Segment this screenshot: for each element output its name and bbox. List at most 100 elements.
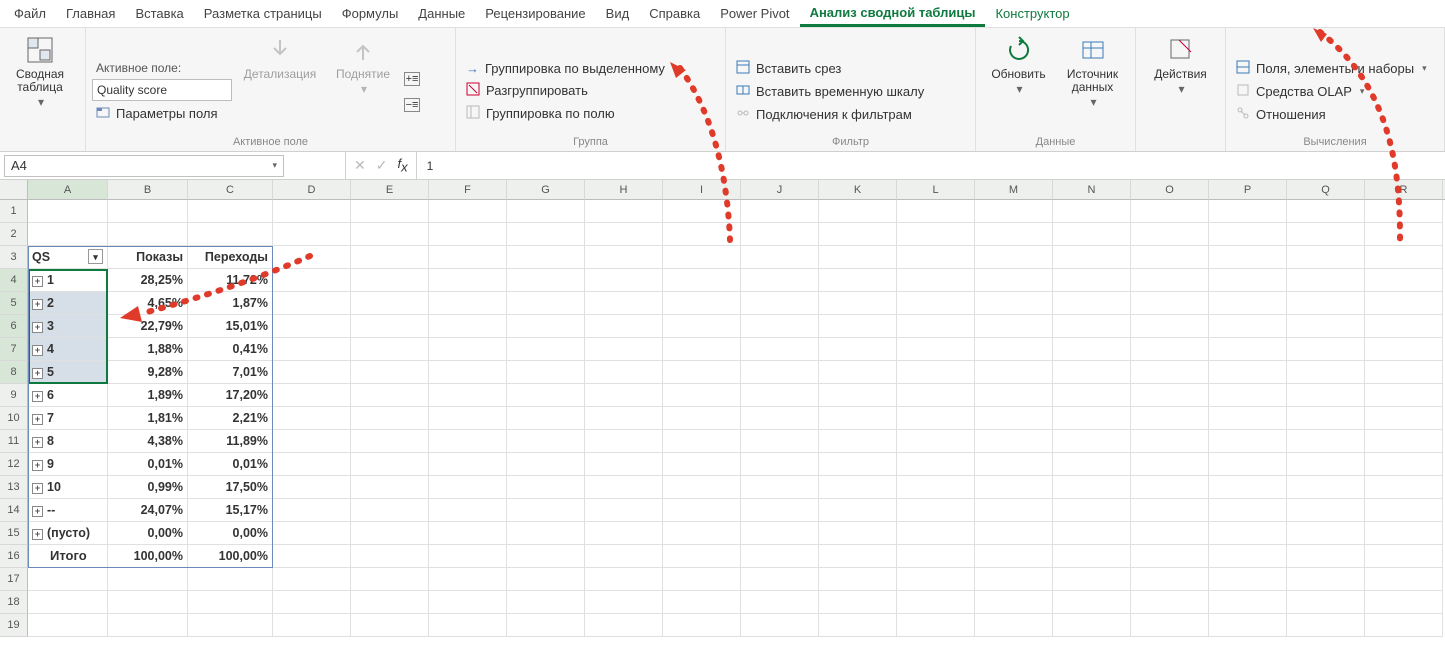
cell-R13[interactable] — [1365, 476, 1443, 499]
cell-C15[interactable]: 0,00% — [188, 522, 273, 545]
group-selection-button[interactable]: →Группировка по выделенному — [462, 59, 669, 78]
cell-L9[interactable] — [897, 384, 975, 407]
cell-J19[interactable] — [741, 614, 819, 637]
collapse-field-icon[interactable]: −≡ — [404, 98, 420, 112]
row-header-19[interactable]: 19 — [0, 614, 28, 637]
cell-P12[interactable] — [1209, 453, 1287, 476]
cell-H12[interactable] — [585, 453, 663, 476]
cell-C12[interactable]: 0,01% — [188, 453, 273, 476]
row-header-10[interactable]: 10 — [0, 407, 28, 430]
cell-G4[interactable] — [507, 269, 585, 292]
row-header-2[interactable]: 2 — [0, 223, 28, 246]
cell-N2[interactable] — [1053, 223, 1131, 246]
expand-icon[interactable]: + — [32, 506, 43, 517]
cell-K15[interactable] — [819, 522, 897, 545]
cell-G8[interactable] — [507, 361, 585, 384]
actions-button[interactable]: Действия▾ — [1147, 32, 1215, 151]
cell-H18[interactable] — [585, 591, 663, 614]
cell-D13[interactable] — [273, 476, 351, 499]
cell-L18[interactable] — [897, 591, 975, 614]
cell-B6[interactable]: 22,79% — [108, 315, 188, 338]
cell-O1[interactable] — [1131, 200, 1209, 223]
expand-icon[interactable]: + — [32, 529, 43, 540]
formula-input[interactable]: 1 — [417, 159, 444, 173]
cell-L14[interactable] — [897, 499, 975, 522]
cell-F18[interactable] — [429, 591, 507, 614]
cell-L8[interactable] — [897, 361, 975, 384]
insert-slicer-button[interactable]: Вставить срез — [732, 58, 928, 79]
cell-E18[interactable] — [351, 591, 429, 614]
row-header-17[interactable]: 17 — [0, 568, 28, 591]
row-header-15[interactable]: 15 — [0, 522, 28, 545]
cell-I17[interactable] — [663, 568, 741, 591]
spreadsheet-grid[interactable]: ABCDEFGHIJKLMNOPQR 123456789101112131415… — [0, 180, 1445, 637]
cell-G18[interactable] — [507, 591, 585, 614]
cell-A8[interactable]: +5 — [28, 361, 108, 384]
cell-E16[interactable] — [351, 545, 429, 568]
cell-B8[interactable]: 9,28% — [108, 361, 188, 384]
cell-H1[interactable] — [585, 200, 663, 223]
tab-разметка-страницы[interactable]: Разметка страницы — [194, 2, 332, 25]
col-header-D[interactable]: D — [273, 180, 351, 200]
cell-R10[interactable] — [1365, 407, 1443, 430]
cell-H14[interactable] — [585, 499, 663, 522]
cell-F13[interactable] — [429, 476, 507, 499]
cell-I2[interactable] — [663, 223, 741, 246]
cell-F12[interactable] — [429, 453, 507, 476]
cell-B16[interactable]: 100,00% — [108, 545, 188, 568]
cell-C9[interactable]: 17,20% — [188, 384, 273, 407]
cell-C19[interactable] — [188, 614, 273, 637]
cell-O17[interactable] — [1131, 568, 1209, 591]
cell-E8[interactable] — [351, 361, 429, 384]
cell-Q13[interactable] — [1287, 476, 1365, 499]
cell-C5[interactable]: 1,87% — [188, 292, 273, 315]
cell-K3[interactable] — [819, 246, 897, 269]
cell-C11[interactable]: 11,89% — [188, 430, 273, 453]
cell-J16[interactable] — [741, 545, 819, 568]
cell-J13[interactable] — [741, 476, 819, 499]
cell-A19[interactable] — [28, 614, 108, 637]
cell-H13[interactable] — [585, 476, 663, 499]
cell-L12[interactable] — [897, 453, 975, 476]
cell-L10[interactable] — [897, 407, 975, 430]
cell-D17[interactable] — [273, 568, 351, 591]
cell-J3[interactable] — [741, 246, 819, 269]
cell-R7[interactable] — [1365, 338, 1443, 361]
cell-N14[interactable] — [1053, 499, 1131, 522]
cell-M15[interactable] — [975, 522, 1053, 545]
cell-G12[interactable] — [507, 453, 585, 476]
cell-C3[interactable]: Переходы — [188, 246, 273, 269]
cell-G19[interactable] — [507, 614, 585, 637]
cell-K8[interactable] — [819, 361, 897, 384]
filter-dropdown-icon[interactable]: ▾ — [88, 249, 103, 264]
cell-E12[interactable] — [351, 453, 429, 476]
cell-A16[interactable]: Итого — [28, 545, 108, 568]
cell-A7[interactable]: +4 — [28, 338, 108, 361]
cell-G17[interactable] — [507, 568, 585, 591]
col-header-O[interactable]: O — [1131, 180, 1209, 200]
cell-E4[interactable] — [351, 269, 429, 292]
cell-D16[interactable] — [273, 545, 351, 568]
cell-O11[interactable] — [1131, 430, 1209, 453]
cell-C7[interactable]: 0,41% — [188, 338, 273, 361]
cell-L1[interactable] — [897, 200, 975, 223]
cell-D3[interactable] — [273, 246, 351, 269]
fx-icon[interactable]: fx — [397, 156, 407, 175]
cell-O18[interactable] — [1131, 591, 1209, 614]
cell-A6[interactable]: +3 — [28, 315, 108, 338]
cell-E11[interactable] — [351, 430, 429, 453]
cell-C10[interactable]: 2,21% — [188, 407, 273, 430]
cell-R11[interactable] — [1365, 430, 1443, 453]
tab-рецензирование[interactable]: Рецензирование — [475, 2, 595, 25]
cell-H15[interactable] — [585, 522, 663, 545]
tab-вид[interactable]: Вид — [596, 2, 640, 25]
cell-I4[interactable] — [663, 269, 741, 292]
cell-O6[interactable] — [1131, 315, 1209, 338]
cell-O12[interactable] — [1131, 453, 1209, 476]
cell-B10[interactable]: 1,81% — [108, 407, 188, 430]
cell-A18[interactable] — [28, 591, 108, 614]
cell-O2[interactable] — [1131, 223, 1209, 246]
cell-J6[interactable] — [741, 315, 819, 338]
cell-A17[interactable] — [28, 568, 108, 591]
cell-M16[interactable] — [975, 545, 1053, 568]
